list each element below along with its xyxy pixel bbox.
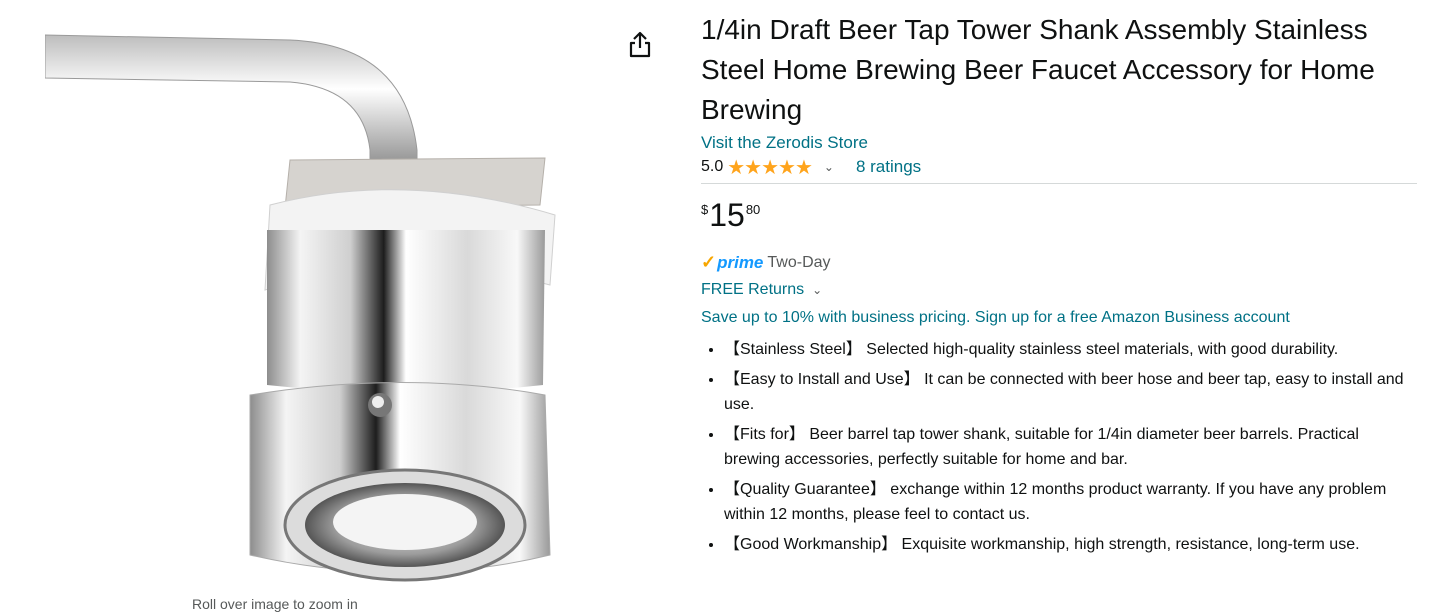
prime-check-icon: ✓: [701, 252, 717, 272]
prime-logo: prime: [717, 252, 764, 272]
list-item: 【Easy to Install and Use】 It can be conn…: [724, 367, 1417, 417]
price-symbol: $: [701, 202, 709, 217]
free-returns-label: FREE Returns: [701, 281, 805, 298]
list-item: 【Good Workmanship】 Exquisite workmanship…: [724, 532, 1417, 557]
chevron-down-icon: ⌄: [812, 283, 823, 297]
product-image[interactable]: [45, 0, 605, 600]
store-link[interactable]: Visit the Zerodis Store: [701, 132, 1417, 154]
price-fraction: 80: [745, 202, 761, 217]
rating-row: 5.0 ★★★★★ ⌄ 8 ratings: [701, 154, 1417, 180]
list-item: 【Fits for】 Beer barrel tap tower shank, …: [724, 422, 1417, 472]
prime-speed: Two-Day: [767, 253, 831, 271]
image-pane: Roll over image to zoom in: [0, 0, 690, 612]
divider: [701, 183, 1417, 184]
rating-value: 5.0: [701, 158, 724, 175]
zoom-hint: Roll over image to zoom in: [192, 596, 358, 612]
ratings-link[interactable]: 8 ratings: [856, 157, 921, 177]
free-returns-link[interactable]: FREE Returns ⌄: [701, 281, 1417, 299]
price-whole: 15: [709, 197, 745, 233]
list-item: 【Stainless Steel】 Selected high-quality …: [724, 337, 1417, 362]
business-pricing-link[interactable]: Save up to 10% with business pricing. Si…: [701, 309, 1417, 327]
list-item: 【Quality Guarantee】 exchange within 12 m…: [724, 477, 1417, 527]
product-title: 1/4in Draft Beer Tap Tower Shank Assembl…: [701, 14, 1375, 125]
price: $ 15 80: [701, 198, 1417, 238]
prime-badge: ✓ prime Two-Day: [701, 252, 1417, 273]
chevron-down-icon[interactable]: ⌄: [824, 160, 834, 174]
feature-bullets: 【Stainless Steel】 Selected high-quality …: [701, 337, 1417, 557]
share-icon[interactable]: [627, 30, 653, 60]
star-rating-icon[interactable]: ★★★★★: [727, 155, 813, 180]
product-info: 1/4in Draft Beer Tap Tower Shank Assembl…: [701, 10, 1417, 562]
